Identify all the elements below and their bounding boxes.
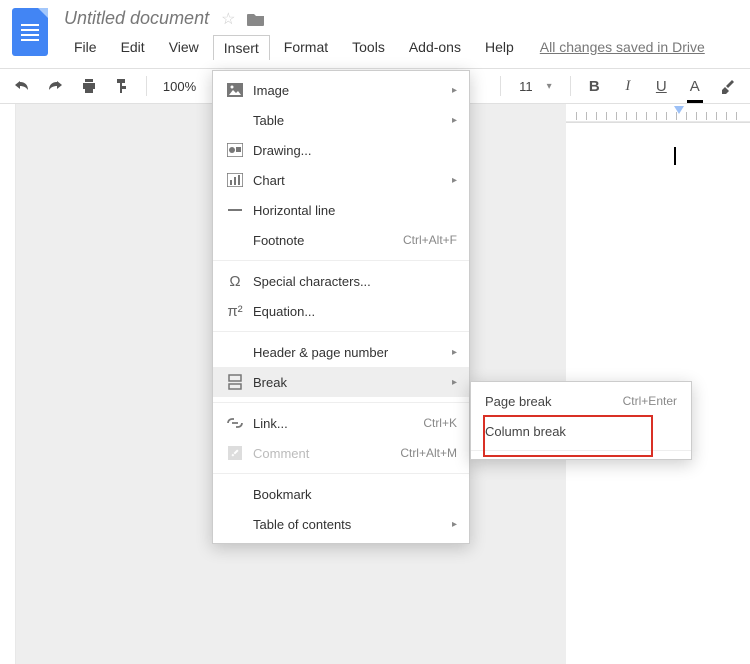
insert-comment: Comment Ctrl+Alt+M: [213, 438, 469, 468]
document-title[interactable]: Untitled document: [64, 8, 209, 29]
submenu-arrow-icon: ▸: [452, 347, 457, 358]
menu-label: Link...: [253, 416, 423, 431]
menu-insert[interactable]: Insert: [213, 35, 270, 60]
insert-bookmark[interactable]: Bookmark: [213, 479, 469, 509]
insert-footnote[interactable]: Footnote Ctrl+Alt+F: [213, 225, 469, 255]
header: Untitled document ☆ File Edit View Inser…: [0, 0, 750, 60]
insert-toc[interactable]: Table of contents ▸: [213, 509, 469, 539]
insert-table[interactable]: Table ▸: [213, 105, 469, 135]
submenu-arrow-icon: ▸: [452, 175, 457, 186]
menu-label: Header & page number: [253, 345, 452, 360]
menu-label: Table of contents: [253, 517, 452, 532]
star-icon[interactable]: ☆: [221, 9, 235, 29]
menu-file[interactable]: File: [64, 35, 107, 60]
menu-label: Footnote: [253, 233, 403, 248]
menu-label: Horizontal line: [253, 203, 457, 218]
break-submenu: Page break Ctrl+Enter Column break: [470, 381, 692, 460]
menu-addons[interactable]: Add-ons: [399, 35, 471, 60]
menu-view[interactable]: View: [159, 35, 209, 60]
italic-button[interactable]: I: [614, 72, 641, 100]
vertical-ruler: [0, 104, 16, 664]
font-size-dropdown-icon[interactable]: ▾: [547, 81, 552, 92]
insert-horizontal-line[interactable]: Horizontal line: [213, 195, 469, 225]
menu-edit[interactable]: Edit: [111, 35, 155, 60]
menu-label: Break: [253, 375, 452, 390]
menu-label: Special characters...: [253, 274, 457, 289]
shortcut-text: Ctrl+Enter: [623, 394, 677, 408]
text-cursor: [674, 147, 676, 165]
image-icon: [223, 83, 247, 97]
menu-separator: [213, 402, 469, 403]
save-status[interactable]: All changes saved in Drive: [540, 35, 705, 60]
insert-link[interactable]: Link... Ctrl+K: [213, 408, 469, 438]
print-button[interactable]: [75, 72, 102, 100]
drawing-icon: [223, 143, 247, 157]
menu-help[interactable]: Help: [475, 35, 524, 60]
insert-special-chars[interactable]: Ω Special characters...: [213, 266, 469, 296]
insert-header-page-number[interactable]: Header & page number ▸: [213, 337, 469, 367]
undo-button[interactable]: [8, 72, 35, 100]
menu-format[interactable]: Format: [274, 35, 338, 60]
link-icon: [223, 418, 247, 428]
indent-marker-icon[interactable]: [674, 106, 684, 114]
comment-icon: [223, 446, 247, 460]
insert-chart[interactable]: Chart ▸: [213, 165, 469, 195]
submenu-arrow-icon: ▸: [452, 115, 457, 126]
menu-tools[interactable]: Tools: [342, 35, 395, 60]
menu-label: Equation...: [253, 304, 457, 319]
page-break[interactable]: Page break Ctrl+Enter: [471, 386, 691, 416]
shortcut-text: Ctrl+Alt+M: [400, 446, 457, 460]
insert-equation[interactable]: π² Equation...: [213, 296, 469, 326]
chart-icon: [223, 173, 247, 187]
hline-icon: [223, 203, 247, 217]
underline-button[interactable]: U: [648, 72, 675, 100]
menu-separator: [213, 473, 469, 474]
break-icon: [223, 374, 247, 390]
menu-bar: File Edit View Insert Format Tools Add-o…: [64, 35, 705, 60]
shortcut-text: Ctrl+Alt+F: [403, 233, 457, 247]
submenu-arrow-icon: ▸: [452, 377, 457, 388]
menu-separator: [213, 260, 469, 261]
menu-label: Image: [253, 83, 452, 98]
insert-image[interactable]: Image ▸: [213, 75, 469, 105]
menu-label: Drawing...: [253, 143, 457, 158]
insert-break[interactable]: Break ▸: [213, 367, 469, 397]
redo-button[interactable]: [41, 72, 68, 100]
folder-icon[interactable]: [247, 12, 265, 26]
paint-format-button[interactable]: [108, 72, 135, 100]
highlight-button[interactable]: [715, 72, 742, 100]
insert-dropdown: Image ▸ Table ▸ Drawing... Chart ▸ Horiz…: [212, 70, 470, 544]
zoom-level[interactable]: 100%: [157, 79, 202, 94]
font-size-input[interactable]: 11: [511, 79, 540, 94]
text-color-button[interactable]: A: [681, 72, 708, 100]
bold-button[interactable]: B: [581, 72, 608, 100]
submenu-arrow-icon: ▸: [452, 519, 457, 530]
omega-icon: Ω: [223, 273, 247, 290]
column-break[interactable]: Column break: [471, 416, 691, 446]
menu-separator: [471, 450, 691, 451]
menu-separator: [213, 331, 469, 332]
insert-drawing[interactable]: Drawing...: [213, 135, 469, 165]
menu-label: Bookmark: [253, 487, 457, 502]
menu-label: Chart: [253, 173, 452, 188]
menu-label: Page break: [485, 394, 623, 409]
menu-label: Column break: [485, 424, 677, 439]
submenu-arrow-icon: ▸: [452, 85, 457, 96]
menu-label: Table: [253, 113, 452, 128]
docs-logo[interactable]: [12, 8, 48, 56]
shortcut-text: Ctrl+K: [423, 416, 457, 430]
equation-icon: π²: [223, 303, 247, 320]
horizontal-ruler: [566, 104, 750, 122]
menu-label: Comment: [253, 446, 400, 461]
